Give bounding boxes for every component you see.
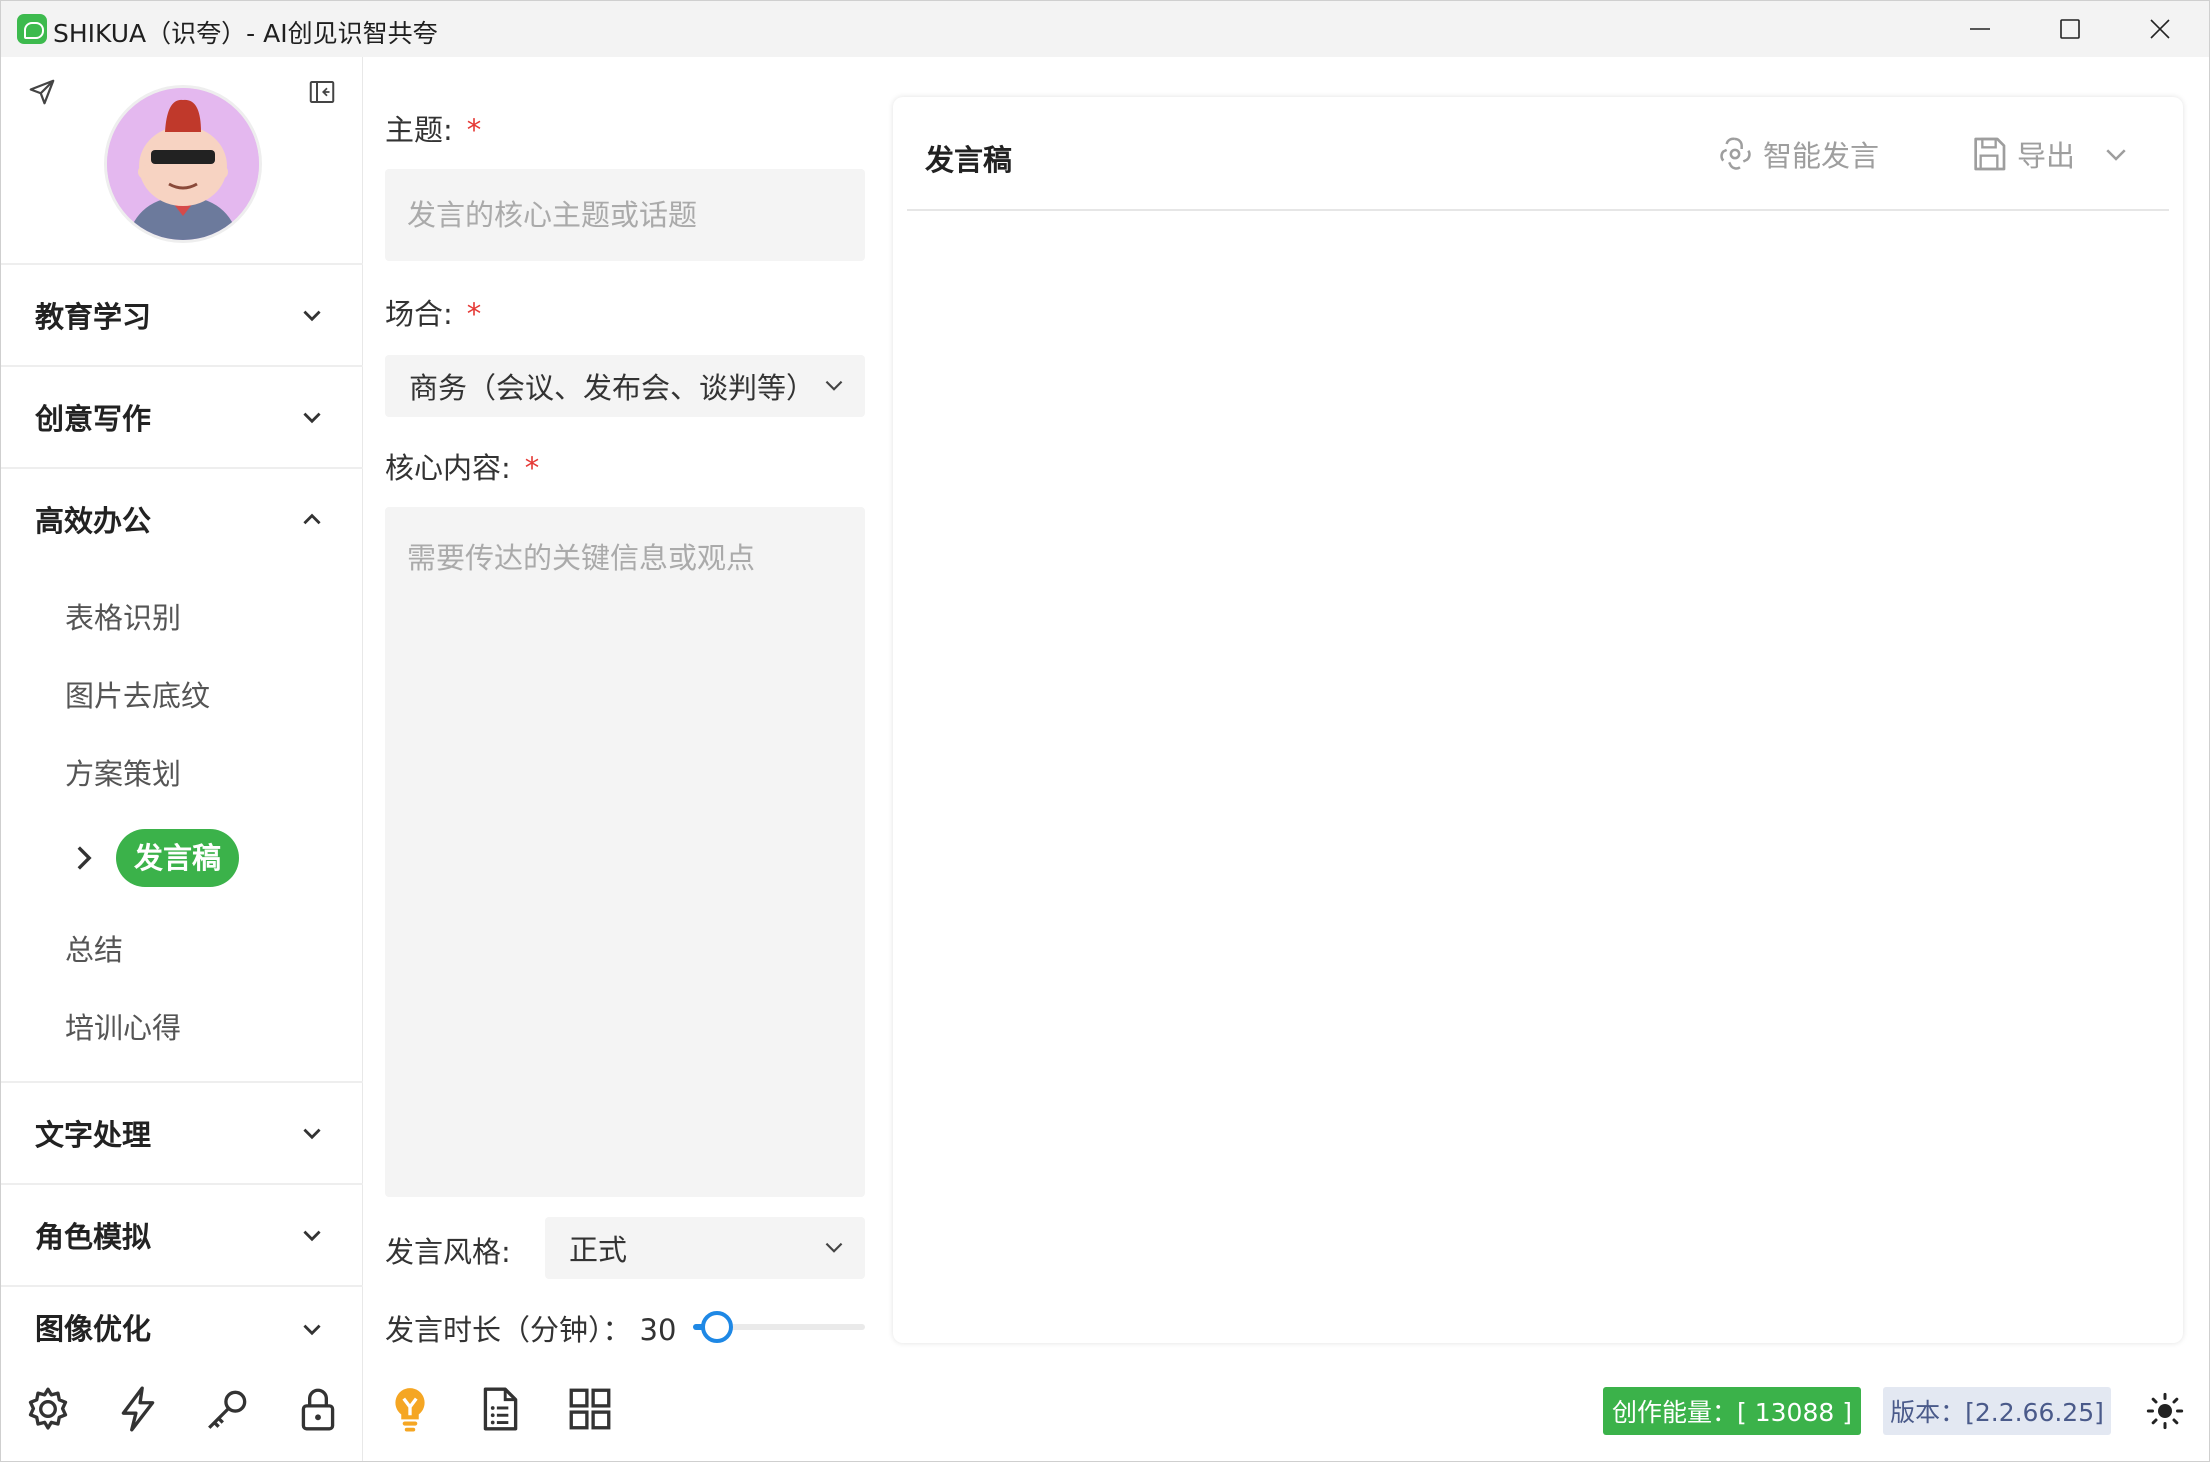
export-label: 导出	[2017, 139, 2076, 173]
version-badge: 版本：[2.2.66.25]	[1883, 1387, 2111, 1435]
style-label: 发言风格:	[385, 1235, 511, 1269]
nav-group-image-optimization[interactable]: 图像优化	[1, 1287, 363, 1367]
chevron-down-icon	[303, 310, 321, 322]
chevron-down-icon	[825, 380, 843, 391]
minimize-icon	[1970, 28, 1990, 30]
chevron-right-icon	[77, 846, 92, 870]
lock-icon[interactable]	[293, 1384, 343, 1434]
avatar-cartoon-icon	[107, 88, 259, 240]
nav-group-label: 创意写作	[35, 402, 152, 436]
nav-group-label: 教育学习	[35, 300, 152, 334]
chevron-down-icon	[303, 1230, 321, 1242]
output-title: 发言稿	[925, 143, 1013, 177]
app-logo-icon	[17, 14, 47, 44]
energy-badge: 创作能量：[ 13088 ]	[1603, 1387, 1861, 1435]
ai-sparkle-icon	[1720, 137, 1751, 170]
title-bar[interactable]: SHIKUA（识夸）- AI创见识智共夸	[1, 1, 2209, 57]
maximize-icon	[2060, 19, 2080, 39]
chevron-up-icon	[303, 513, 321, 525]
smart-speech-label: 智能发言	[1763, 139, 1880, 173]
nav-group-label: 图像优化	[35, 1312, 152, 1346]
occasion-select[interactable]: 商务（会议、发布会、谈判等）	[385, 355, 865, 417]
required-mark: *	[466, 297, 482, 331]
required-mark: *	[524, 451, 540, 485]
chevron-down-icon[interactable]	[2101, 139, 2131, 169]
close-icon	[2150, 19, 2170, 39]
core-content-label: 核心内容: *	[385, 451, 540, 485]
lightbulb-icon[interactable]	[385, 1384, 435, 1434]
active-item-pill: 发言稿	[116, 829, 240, 887]
document-icon[interactable]	[475, 1384, 525, 1434]
close-button[interactable]	[2115, 1, 2205, 57]
style-select[interactable]: 正式	[545, 1217, 865, 1279]
send-icon[interactable]	[27, 77, 57, 107]
duration-slider-thumb[interactable]	[701, 1311, 734, 1343]
topic-input[interactable]: 发言的核心主题或话题	[385, 169, 865, 261]
sidebar-item-summary[interactable]: 总结	[65, 927, 123, 969]
sidebar-item-plan[interactable]: 方案策划	[65, 751, 181, 793]
nav-group-label: 高效办公	[35, 504, 152, 538]
export-button[interactable]: 导出	[1969, 133, 2139, 175]
avatar[interactable]	[104, 85, 262, 243]
output-card: 发言稿 智能发言 导出	[893, 97, 2183, 1343]
nav-group-text-processing[interactable]: 文字处理	[1, 1083, 363, 1183]
nav-group-label: 角色模拟	[35, 1220, 152, 1254]
style-value: 正式	[569, 1233, 628, 1267]
sidebar-item-image-background-removal[interactable]: 图片去底纹	[65, 673, 210, 715]
maximize-button[interactable]	[2025, 1, 2115, 57]
sun-theme-icon[interactable]	[2145, 1391, 2185, 1431]
sidebar-item-training-notes[interactable]: 培训心得	[65, 1005, 181, 1047]
occasion-label: 场合: *	[385, 297, 482, 331]
gear-icon[interactable]	[23, 1384, 73, 1434]
smart-speech-button[interactable]: 智能发言	[1715, 133, 1879, 175]
sidebar-item-speech-active[interactable]: 发言稿	[71, 829, 321, 889]
nav-group-office[interactable]: 高效办公	[1, 469, 363, 569]
nav-group-role-simulation[interactable]: 角色模拟	[1, 1185, 363, 1285]
sidebar-bottom-toolbar	[1, 1384, 363, 1454]
duration-label: 发言时长（分钟）： 30	[385, 1313, 677, 1347]
grid-icon[interactable]	[565, 1384, 615, 1434]
chevron-down-icon	[303, 1324, 321, 1336]
duration-value: 30	[639, 1313, 677, 1347]
chevron-down-icon	[825, 1242, 843, 1253]
chevron-down-icon	[303, 412, 321, 424]
key-icon[interactable]	[203, 1384, 253, 1434]
nav-group-creative-writing[interactable]: 创意写作	[1, 367, 363, 467]
chevron-down-icon	[303, 1128, 321, 1140]
required-mark: *	[466, 113, 482, 147]
minimize-button[interactable]	[1935, 1, 2025, 57]
app-window: SHIKUA（识夸）- AI创见识智共夸 教育学习 创意写作 高效办公 表格识别…	[0, 0, 2210, 1462]
collapse-sidebar-icon[interactable]	[307, 77, 337, 107]
nav-group-education[interactable]: 教育学习	[1, 265, 363, 365]
sidebar: 教育学习 创意写作 高效办公 表格识别 图片去底纹 方案策划 发言稿 总结 培训…	[1, 57, 363, 1461]
nav-group-label: 文字处理	[35, 1118, 152, 1152]
topic-label: 主题: *	[385, 113, 482, 147]
save-icon	[1974, 137, 2006, 171]
lightning-icon[interactable]	[113, 1384, 163, 1434]
card-divider	[907, 209, 2169, 211]
window-title: SHIKUA（识夸）- AI创见识智共夸	[53, 19, 438, 48]
occasion-value: 商务（会议、发布会、谈判等）	[409, 371, 816, 405]
form-panel: 主题: * 发言的核心主题或话题 场合: * 商务（会议、发布会、谈判等） 核心内容…	[363, 57, 883, 1461]
core-content-textarea[interactable]: 需要传达的关键信息或观点	[385, 507, 865, 1197]
sidebar-item-table-recognition[interactable]: 表格识别	[65, 595, 181, 637]
